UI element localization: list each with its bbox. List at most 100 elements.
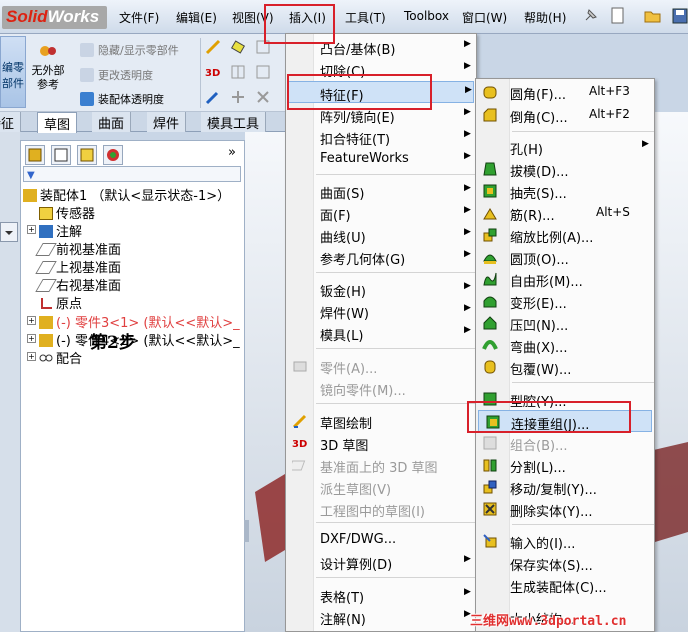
feature-wrap[interactable]: 包覆(W)...: [476, 356, 654, 378]
expand-annotations-icon[interactable]: +: [27, 225, 36, 234]
assembly-transparency-label: 装配体透明度: [98, 93, 164, 106]
dropdown-arrow-icon[interactable]: [0, 222, 18, 242]
menu-edit[interactable]: 编辑(E): [176, 9, 217, 26]
part-disabled-icon: [292, 358, 308, 374]
feature-flex[interactable]: 弯曲(X)...: [476, 334, 654, 356]
no-external-ref-button[interactable]: 无外部参考: [30, 42, 66, 92]
smart-dimension-icon[interactable]: [205, 39, 221, 58]
feature-hole[interactable]: 孔(H) ▶: [476, 136, 654, 158]
insert-surface[interactable]: 曲面(S) ▶: [286, 180, 476, 202]
insert-part: 零件(A)...: [286, 355, 476, 377]
rib-icon: [482, 205, 498, 221]
insert-featureworks[interactable]: FeatureWorks ▶: [286, 148, 476, 170]
feature-scale[interactable]: 缩放比例(A)...: [476, 224, 654, 246]
feature-manager-icon[interactable]: [25, 145, 45, 165]
eraser-icon[interactable]: [230, 39, 246, 58]
menu-help[interactable]: 帮助(H): [524, 9, 566, 26]
tree-item-top-plane[interactable]: 上视基准面: [35, 257, 121, 276]
menu-window[interactable]: 窗口(W): [462, 9, 507, 26]
tab-sketch[interactable]: 草图: [37, 112, 78, 133]
feature-create-assembly[interactable]: 生成装配体(C)...: [476, 574, 654, 596]
step-label: 第2步: [90, 333, 136, 353]
feature-imported[interactable]: 输入的(I)...: [476, 530, 654, 552]
tree-item-part3[interactable]: (-) 零件3<1> (默认<<默认>_: [39, 312, 240, 331]
command-manager: 编零 部件 无外部参考 隐藏/显示零部件 更改透明度 装配体透明度 3D: [0, 34, 300, 112]
menu-file[interactable]: 文件(F): [119, 9, 159, 26]
3d-sketch-icon[interactable]: 3D: [205, 64, 223, 83]
insert-sketch[interactable]: 草图绘制: [286, 410, 476, 432]
feature-save-bodies[interactable]: 保存实体(S)...: [476, 552, 654, 574]
feature-split[interactable]: 分割(L)...: [476, 454, 654, 476]
feature-move-copy[interactable]: 移动/复制(Y)...: [476, 476, 654, 498]
insert-annotations[interactable]: 注解(N) ▶: [286, 606, 476, 628]
feature-chamfer[interactable]: 倒角(C)... Alt+F2: [476, 104, 654, 126]
hide-show-components[interactable]: 隐藏/显示零部件: [80, 42, 179, 58]
feature-freeform[interactable]: 自由形(M)...: [476, 268, 654, 290]
tree-item-annotations[interactable]: 注解: [39, 221, 82, 240]
feature-shell[interactable]: 抽壳(S)...: [476, 180, 654, 202]
expand-mates-icon[interactable]: +: [27, 352, 36, 361]
feature-draft[interactable]: 拔模(D)...: [476, 158, 654, 180]
expand-part4-icon[interactable]: +: [27, 334, 36, 343]
pin-icon[interactable]: [580, 6, 600, 26]
insert-design-study[interactable]: 设计算例(D) ▶: [286, 551, 476, 573]
insert-sheet-metal[interactable]: 钣金(H) ▶: [286, 278, 476, 300]
tree-filter[interactable]: ▼: [23, 166, 241, 182]
configuration-manager-icon[interactable]: [77, 145, 97, 165]
change-transparency[interactable]: 更改透明度: [80, 67, 153, 83]
expand-part3-icon[interactable]: +: [27, 316, 36, 325]
feature-rib[interactable]: 筋(R)... Alt+S: [476, 202, 654, 224]
insert-tables[interactable]: 表格(T) ▶: [286, 584, 476, 606]
tree-item-label: 右视基准面: [56, 279, 122, 294]
insert-dxf-dwg[interactable]: DXF/DWG...: [286, 529, 476, 551]
insert-mirror-part: 镜向零件(M)...: [320, 384, 406, 399]
insert-3d-sketch[interactable]: 3D 3D 草图: [286, 432, 476, 454]
open-folder-icon[interactable]: [643, 6, 663, 26]
deform-icon: [482, 293, 498, 309]
part-icon: [39, 334, 53, 347]
tree-item-part4[interactable]: (-) 零件4<2> (默认<<默认>_: [39, 330, 240, 349]
insert-molds[interactable]: 模具(L) ▶: [286, 322, 476, 344]
insert-fastening-features[interactable]: 扣合特征(T) ▶: [286, 126, 476, 148]
feature-deform[interactable]: 变形(E)...: [476, 290, 654, 312]
new-document-icon[interactable]: [608, 6, 628, 26]
panel-splitter[interactable]: [244, 520, 249, 542]
panel-left-strip: [0, 132, 20, 632]
feature-manager-tree: » ▼ 装配体1 （默认<显示状态-1>） 传感器 + 注解 前视基准面 上视基…: [20, 140, 245, 632]
tree-item-origin[interactable]: 原点: [39, 293, 82, 312]
feature-fillet[interactable]: 圆角(F)... Alt+F3: [476, 81, 654, 103]
table-icon[interactable]: [255, 64, 271, 83]
tree-root-assembly[interactable]: 装配体1 （默认<显示状态-1>）: [23, 185, 230, 204]
tree-item-right-plane[interactable]: 右视基准面: [35, 275, 122, 294]
menu-toolbox[interactable]: Toolbox: [404, 9, 449, 23]
feature-dome[interactable]: 圆顶(O)...: [476, 246, 654, 268]
no-external-ref-label: 无外部参考: [31, 64, 65, 91]
tree-item-sensors[interactable]: 传感器: [39, 203, 95, 222]
pencil-icon[interactable]: [205, 89, 221, 108]
imported-icon: [482, 533, 498, 549]
move-icon[interactable]: [230, 89, 246, 108]
tab-features[interactable]: 特征: [0, 112, 22, 132]
save-icon[interactable]: [670, 6, 688, 26]
split-icon: [482, 457, 498, 473]
grid-icon[interactable]: [230, 64, 246, 83]
tab-mold-tools[interactable]: 模具工具: [201, 112, 267, 132]
feature-indent[interactable]: 压凹(N)...: [476, 312, 654, 334]
trim-icon[interactable]: [255, 89, 271, 108]
menu-separator: [512, 382, 654, 383]
feature-delete-body[interactable]: 删除实体(Y)...: [476, 498, 654, 520]
insert-reference-geometry[interactable]: 参考几何体(G) ▶: [286, 246, 476, 268]
menu-tools[interactable]: 工具(T): [345, 9, 386, 26]
expand-panel-icon[interactable]: »: [228, 145, 236, 160]
property-manager-icon[interactable]: [51, 145, 71, 165]
display-manager-icon[interactable]: [103, 145, 123, 165]
insert-weldments[interactable]: 焊件(W) ▶: [286, 300, 476, 322]
tab-weldments[interactable]: 焊件: [147, 112, 187, 132]
edit-component-button[interactable]: 编零 部件: [0, 36, 26, 108]
insert-face[interactable]: 面(F) ▶: [286, 202, 476, 224]
assembly-transparency[interactable]: 装配体透明度: [80, 91, 164, 107]
tab-surfaces[interactable]: 曲面: [92, 112, 132, 132]
insert-curve[interactable]: 曲线(U) ▶: [286, 224, 476, 246]
tree-item-mates[interactable]: 配合: [39, 348, 82, 367]
tree-item-front-plane[interactable]: 前视基准面: [35, 239, 121, 258]
